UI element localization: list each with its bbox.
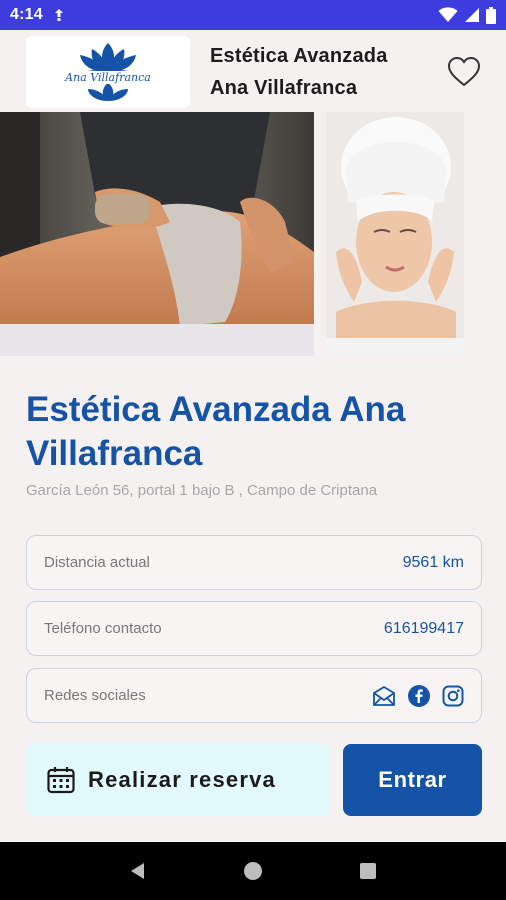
- back-icon[interactable]: [128, 861, 148, 881]
- enter-button[interactable]: Entrar: [343, 744, 482, 816]
- gallery-photo-facial[interactable]: [326, 112, 464, 356]
- distance-label: Distancia actual: [44, 554, 150, 571]
- status-bar: 4:14: [0, 0, 506, 30]
- home-icon[interactable]: [243, 861, 263, 881]
- status-time: 4:14: [10, 6, 43, 23]
- facebook-icon[interactable]: [408, 684, 430, 707]
- distance-row: Distancia actual 9561 km: [26, 535, 482, 590]
- heart-outline-icon: [447, 56, 481, 87]
- social-row: Redes sociales: [26, 668, 482, 723]
- social-label: Redes sociales: [44, 687, 146, 704]
- gallery-photo-massage[interactable]: [0, 112, 314, 356]
- distance-value: 9561 km: [402, 553, 464, 571]
- signal-icon: [465, 8, 479, 22]
- phone-value[interactable]: 616199417: [384, 620, 464, 638]
- battery-icon: [486, 6, 496, 24]
- business-address: García León 56, portal 1 bajo B , Campo …: [26, 482, 378, 499]
- calendar-icon: [47, 767, 75, 794]
- wifi-icon: [438, 7, 458, 22]
- favorite-button[interactable]: [444, 52, 484, 92]
- recents-icon[interactable]: [358, 861, 378, 881]
- reserve-button-label: Realizar reserva: [88, 767, 276, 792]
- header-title: Estética Avanzada Ana Villafranca: [210, 40, 388, 104]
- instagram-icon[interactable]: [442, 685, 464, 707]
- business-name: Estética Avanzada Ana Villafranca: [26, 390, 406, 473]
- data-saver-icon: [54, 9, 63, 21]
- phone-label: Teléfono contacto: [44, 620, 162, 637]
- enter-button-label: Entrar: [378, 767, 447, 792]
- header-title-line1: Estética Avanzada: [210, 45, 388, 67]
- header-title-line2: Ana Villafranca: [210, 77, 358, 99]
- system-navigation-bar: [0, 842, 506, 900]
- logo-text: Ana Villafranca: [64, 71, 151, 84]
- app-header: Ana Villafranca Estética Avanzada Ana Vi…: [0, 30, 506, 112]
- reserve-button[interactable]: Realizar reserva: [26, 744, 330, 816]
- phone-row[interactable]: Teléfono contacto 616199417: [26, 601, 482, 656]
- mail-icon[interactable]: [372, 685, 396, 707]
- business-logo: Ana Villafranca: [26, 36, 190, 108]
- lotus-logo-icon: Ana Villafranca: [64, 43, 152, 101]
